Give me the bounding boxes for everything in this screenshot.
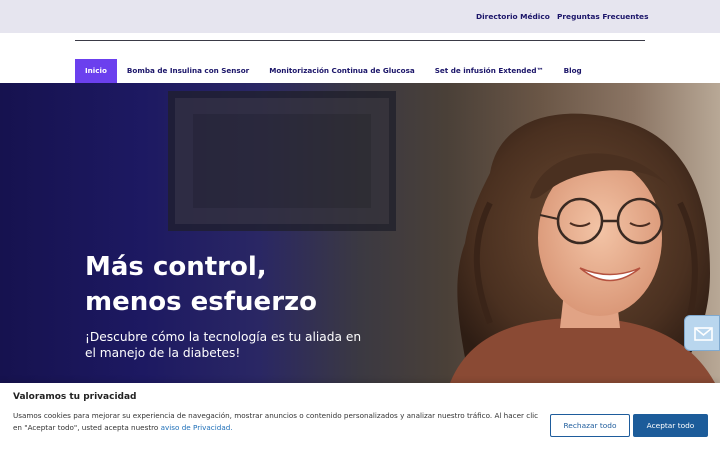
top-utility-bar: Directorio Médico Preguntas Frecuentes (0, 0, 720, 33)
link-directorio-medico[interactable]: Directorio Médico (476, 12, 550, 21)
mail-icon (694, 327, 713, 341)
accept-all-button[interactable]: Aceptar todo (633, 414, 708, 437)
hero-banner: Más control, menos esfuerzo ¡Descubre có… (0, 83, 720, 383)
contact-mail-button[interactable] (684, 315, 720, 351)
hero-title-line-2: menos esfuerzo (85, 287, 318, 317)
cookie-consent-banner: Valoramos tu privacidad Usamos cookies p… (0, 383, 720, 450)
cookie-title: Valoramos tu privacidad (13, 392, 137, 402)
hero-title: Más control, menos esfuerzo (85, 250, 317, 320)
nav-item-monitorizacion-glucosa[interactable]: Monitorización Continua de Glucosa (259, 59, 425, 83)
hero-title-line-1: Más control, (85, 252, 267, 282)
cookie-text: Usamos cookies para mejorar su experienc… (13, 410, 543, 434)
header-divider (75, 40, 645, 41)
cookie-description: Usamos cookies para mejorar su experienc… (13, 411, 539, 432)
hero-subtitle: ¡Descubre cómo la tecnología es tu aliad… (85, 330, 362, 360)
link-preguntas-frecuentes[interactable]: Preguntas Frecuentes (557, 12, 648, 21)
nav-item-inicio[interactable]: Inicio (75, 59, 117, 83)
privacy-notice-link[interactable]: aviso de Privacidad. (161, 423, 233, 432)
hero-photo-woman (450, 113, 715, 383)
nav-item-bomba-insulina[interactable]: Bomba de Insulina con Sensor (117, 59, 259, 83)
main-nav: Inicio Bomba de Insulina con Sensor Moni… (75, 59, 592, 83)
nav-item-set-infusion[interactable]: Set de infusión Extended™ (425, 59, 554, 83)
background-picture-frame (168, 91, 396, 231)
reject-all-button[interactable]: Rechazar todo (550, 414, 630, 437)
nav-item-blog[interactable]: Blog (554, 59, 592, 83)
